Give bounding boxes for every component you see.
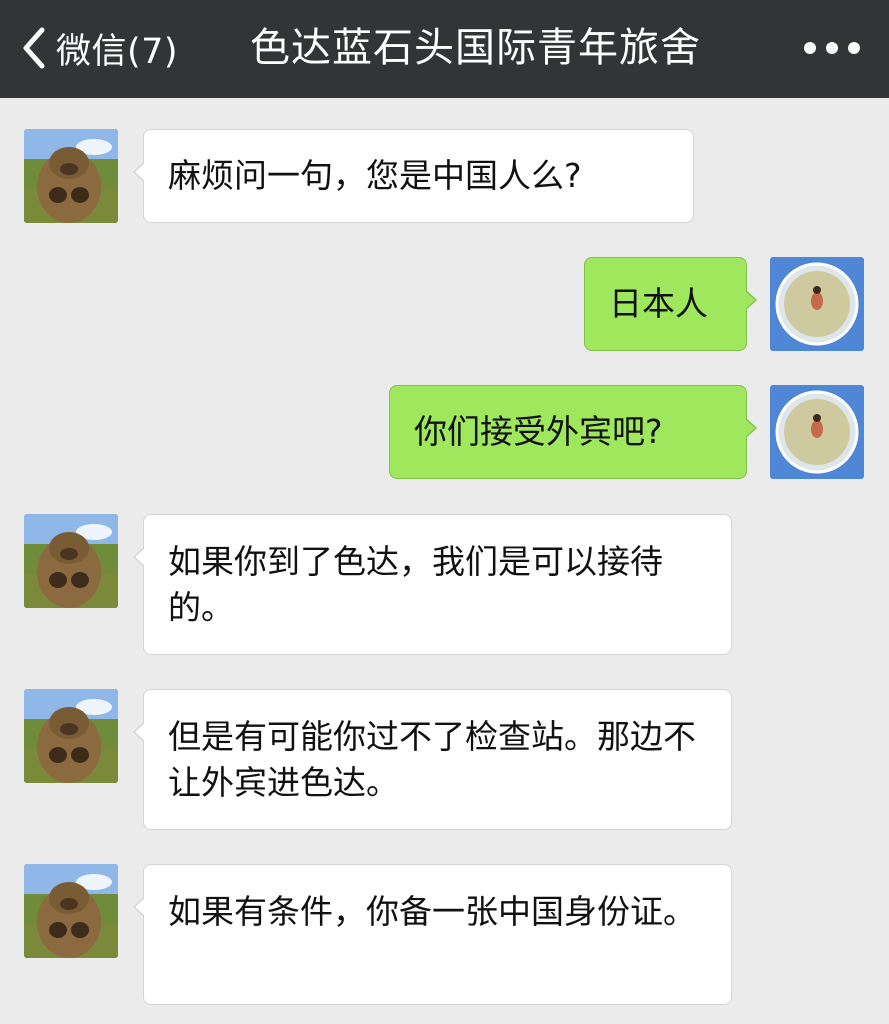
message-text: 日本人 (609, 284, 708, 323)
contact-avatar[interactable] (24, 689, 118, 783)
marmot-avatar-image (24, 864, 118, 958)
chat-title: 色达蓝石头国际青年旅舍 (250, 25, 701, 71)
message-bubble-outgoing[interactable]: 日本人 (584, 257, 757, 351)
contact-avatar[interactable] (24, 129, 118, 223)
message-text: 如果有条件，你备一张中国身份证。 (168, 892, 696, 931)
contact-avatar[interactable] (24, 864, 118, 958)
navigation-bar: 微信(7) 色达蓝石头国际青年旅舍 (0, 0, 889, 98)
contact-avatar[interactable] (24, 514, 118, 608)
message-text: 如果你到了色达，我们是可以接待的。 (168, 542, 663, 627)
message-bubble-outgoing[interactable]: 你们接受外宾吧? (389, 385, 757, 479)
self-avatar[interactable] (770, 385, 864, 479)
message-bubble-incoming[interactable]: 麻烦问一句，您是中国人么? (133, 129, 694, 223)
self-avatar-image (770, 257, 864, 351)
chevron-left-icon (23, 27, 45, 69)
marmot-avatar-image (24, 129, 118, 223)
marmot-avatar-image (24, 514, 118, 608)
more-dots-icon[interactable] (804, 32, 860, 64)
message-text: 麻烦问一句，您是中国人么? (168, 156, 582, 195)
back-button[interactable]: 微信(7) (20, 22, 178, 74)
self-avatar[interactable] (770, 257, 864, 351)
message-bubble-incoming[interactable]: 如果有条件，你备一张中国身份证。 (133, 864, 732, 1005)
message-bubble-incoming[interactable]: 但是有可能你过不了检查站。那边不让外宾进色达。 (133, 689, 732, 830)
marmot-avatar-image (24, 689, 118, 783)
message-bubble-incoming[interactable]: 如果你到了色达，我们是可以接待的。 (133, 514, 732, 655)
message-text: 你们接受外宾吧? (414, 412, 663, 451)
self-avatar-image (770, 385, 864, 479)
back-label: 微信(7) (56, 31, 179, 72)
message-text: 但是有可能你过不了检查站。那边不让外宾进色达。 (168, 717, 696, 802)
